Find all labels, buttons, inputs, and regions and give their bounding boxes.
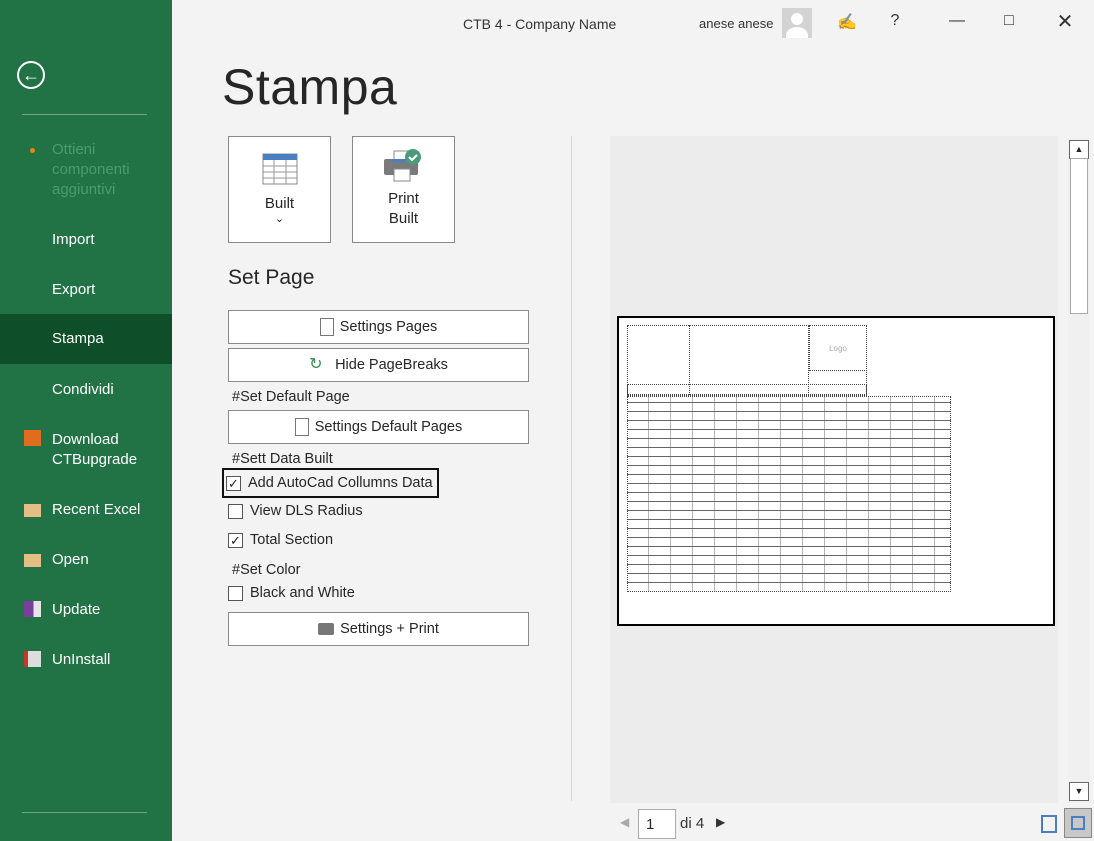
chevron-down-icon: ⌄ <box>274 213 285 225</box>
user-name[interactable]: anese anese <box>699 16 773 31</box>
page-setup-icon <box>319 318 334 336</box>
set-default-page-label: #Set Default Page <box>232 389 350 405</box>
minimize-button[interactable]: — <box>945 12 969 30</box>
built-button[interactable]: Built ⌄ <box>228 136 331 243</box>
feedback-icon[interactable]: ✍ <box>835 12 859 32</box>
window-title: CTB 4 - Company Name <box>463 16 617 32</box>
sidebar: ← Ottieni componenti aggiuntivi Import E… <box>0 0 172 841</box>
logo-cell: Logo <box>809 325 867 371</box>
sidebar-item-stampa[interactable]: Stampa <box>0 314 172 364</box>
scroll-up-icon[interactable]: ▲ <box>1069 140 1089 159</box>
black-and-white-checkbox[interactable]: Black and White <box>228 580 355 606</box>
back-arrow-icon[interactable]: ← <box>17 61 45 89</box>
sidebar-item-condividi[interactable]: Condividi <box>0 380 172 400</box>
page-printer-icon <box>294 418 309 436</box>
avatar[interactable] <box>782 8 812 38</box>
sidebar-item-update[interactable]: Update <box>0 600 172 620</box>
save-update-icon <box>24 601 41 617</box>
rss-download-icon <box>24 430 41 446</box>
sidebar-item-export[interactable]: Export <box>0 280 172 300</box>
printer-icon <box>318 623 335 635</box>
view-dls-radius-checkbox[interactable]: View DLS Radius <box>228 498 363 524</box>
folder-icon <box>24 554 41 567</box>
table-icon <box>262 153 297 185</box>
page-title: Stampa <box>222 59 398 115</box>
sidebar-item-recent-excel[interactable]: Recent Excel <box>0 500 172 520</box>
divider <box>571 136 572 801</box>
settings-default-pages-button[interactable]: Settings Default Pages <box>228 410 529 444</box>
print-built-button[interactable]: Print Built <box>352 136 455 243</box>
sidebar-item-addins: Ottieni componenti aggiuntivi <box>0 140 172 200</box>
grid-columns <box>627 396 951 592</box>
uninstall-icon <box>24 651 41 667</box>
sidebar-item-import[interactable]: Import <box>0 230 172 250</box>
checkbox-checked[interactable]: ✓ <box>226 475 241 491</box>
printer-check-icon <box>383 149 421 182</box>
header-cell <box>627 384 867 396</box>
checkbox-unchecked[interactable] <box>228 585 243 601</box>
sidebar-item-download[interactable]: Download CTBupgrade <box>0 430 172 470</box>
print-preview: Logo <box>610 136 1058 803</box>
set-page-heading: Set Page <box>228 266 315 289</box>
sidebar-item-open[interactable]: Open <box>0 550 172 570</box>
refresh-page-icon: ↻ <box>309 356 323 373</box>
total-section-checkbox[interactable]: ✓ Total Section <box>228 527 333 553</box>
set-color-label: #Set Color <box>232 562 301 578</box>
folder-icon <box>24 504 41 517</box>
title-bar: CTB 4 - Company Name anese anese ✍ ? — □… <box>172 0 1094 48</box>
zoom-to-page-icon[interactable] <box>1064 808 1092 838</box>
preview-page: Logo <box>617 316 1055 626</box>
bullet-icon <box>30 148 35 153</box>
page-count: di 4 <box>680 815 705 832</box>
divider <box>22 114 147 115</box>
sett-data-built-label: #Sett Data Built <box>232 451 333 467</box>
page-number-input[interactable]: 1 <box>638 809 676 839</box>
settings-print-button[interactable]: Settings + Print <box>228 612 529 646</box>
checkbox-checked[interactable]: ✓ <box>228 532 243 548</box>
add-autocad-columns-checkbox[interactable]: ✓ Add AutoCad Collumns Data <box>222 468 439 498</box>
checkbox-unchecked[interactable] <box>228 503 243 519</box>
scroll-down-icon[interactable]: ▼ <box>1069 782 1089 801</box>
vertical-scrollbar[interactable]: ▲ ▼ <box>1068 138 1090 803</box>
hide-pagebreaks-button[interactable]: ↻ Hide PageBreaks <box>228 348 529 382</box>
sidebar-item-uninstall[interactable]: UnInstall <box>0 650 172 670</box>
maximize-button[interactable]: □ <box>997 12 1021 30</box>
scroll-thumb[interactable] <box>1070 158 1088 314</box>
settings-pages-button[interactable]: Settings Pages <box>228 310 529 344</box>
help-button[interactable]: ? <box>883 12 907 30</box>
close-button[interactable]: ✕ <box>1053 9 1077 34</box>
next-page-icon[interactable]: ▶ <box>716 815 725 829</box>
prev-page-icon[interactable]: ◀ <box>620 815 629 829</box>
show-margins-icon[interactable] <box>1041 815 1057 833</box>
divider <box>22 812 147 813</box>
